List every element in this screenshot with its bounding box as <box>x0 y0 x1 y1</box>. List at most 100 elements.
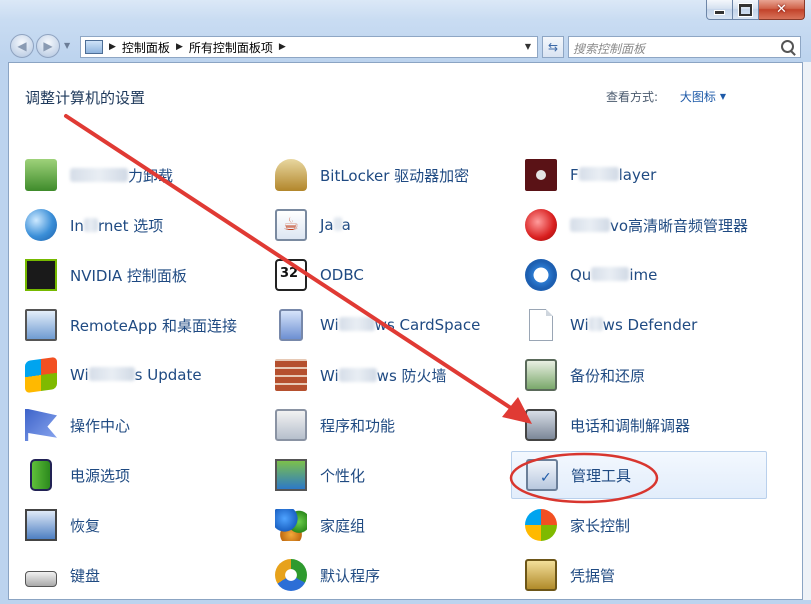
refresh-icon: ⇆ <box>547 40 559 54</box>
item-windows-update[interactable]: Wi s Update <box>25 355 202 395</box>
breadcrumb-all-items[interactable]: 所有控制面板项 <box>189 39 273 56</box>
item-label-part: Wi <box>70 366 89 384</box>
masked-text <box>88 367 135 381</box>
item-label: 凭据管 <box>570 566 616 585</box>
item-recovery[interactable]: 恢复 <box>25 505 100 545</box>
item-label: In rnet 选项 <box>70 215 163 236</box>
item-label-part: layer <box>618 166 657 184</box>
item-internet-options[interactable]: In rnet 选项 <box>25 205 163 245</box>
item-label-part: Wi <box>320 366 339 385</box>
item-quicktime[interactable]: Qu ime <box>525 255 657 295</box>
item-nvidia[interactable]: NVIDIA 控制面板 <box>25 255 187 295</box>
view-by-value: 大图标 <box>679 90 716 104</box>
item-keyboard[interactable]: 键盘 <box>25 555 100 595</box>
forward-button[interactable]: ▶ <box>36 34 60 58</box>
item-flash-player[interactable]: Flayer <box>525 155 656 195</box>
windows-update-icon <box>25 356 57 394</box>
item-label: 默认程序 <box>320 566 381 585</box>
item-label: 力卸载 <box>70 165 173 186</box>
item-label-part: Wi <box>570 316 589 334</box>
bitlocker-icon <box>275 159 307 191</box>
view-by-label: 查看方式: <box>605 90 658 104</box>
item-default-programs[interactable]: 默认程序 <box>275 555 380 595</box>
item-backup-restore[interactable]: 备份和还原 <box>525 355 645 395</box>
item-label: 管理工具 <box>571 466 632 485</box>
item-programs-features[interactable]: 程序和功能 <box>275 405 395 445</box>
window-frame: ✕ ◀ ▶ ▼ ▶ 控制面板 ▶ 所有控制面板项 ▶ ▼ ⇆ 搜索控制面板 调整… <box>0 0 811 604</box>
internet-options-icon <box>25 209 57 241</box>
item-label: BitLocker 驱动器加密 <box>320 166 470 185</box>
firewall-icon <box>275 359 307 391</box>
item-label-part: ws Defender <box>602 316 698 334</box>
item-label: 电话和调制解调器 <box>570 416 691 435</box>
minimize-button[interactable] <box>706 0 733 20</box>
personalization-icon <box>275 459 307 491</box>
item-label-text: 力卸载 <box>128 166 174 185</box>
chevron-down-icon: ▼ <box>719 92 726 101</box>
maximize-icon <box>739 3 752 16</box>
defender-icon <box>529 309 553 341</box>
backup-icon <box>525 359 557 391</box>
item-label: 电源选项 <box>70 466 131 485</box>
item-power-options[interactable]: 电源选项 <box>25 455 130 495</box>
item-remoteapp[interactable]: RemoteApp 和桌面连接 <box>25 305 237 345</box>
item-parental-controls[interactable]: 家长控制 <box>525 505 630 545</box>
breadcrumb-separator-icon[interactable]: ▶ <box>176 42 183 52</box>
item-label: Wi ws Defender <box>570 316 697 334</box>
vertical-scrollbar[interactable] <box>803 62 811 600</box>
item-admin-tools[interactable]: 管理工具 <box>511 451 767 499</box>
close-icon: ✕ <box>776 2 787 17</box>
item-bitlocker[interactable]: BitLocker 驱动器加密 <box>275 155 469 195</box>
java-icon <box>275 209 307 241</box>
item-label: vo高清晰音频管理器 <box>570 215 748 236</box>
item-uninstall[interactable]: 力卸载 <box>25 155 173 195</box>
breadcrumb-separator-icon[interactable]: ▶ <box>279 42 286 52</box>
item-audio-manager[interactable]: vo高清晰音频管理器 <box>525 205 748 245</box>
address-dropdown-icon[interactable]: ▼ <box>525 42 531 51</box>
close-button[interactable]: ✕ <box>759 0 805 20</box>
refresh-button[interactable]: ⇆ <box>542 36 564 58</box>
maximize-button[interactable] <box>733 0 759 20</box>
item-action-center[interactable]: 操作中心 <box>25 405 130 445</box>
item-personalization[interactable]: 个性化 <box>275 455 365 495</box>
item-label-part: rnet 选项 <box>97 216 164 235</box>
search-input[interactable]: 搜索控制面板 <box>568 36 801 58</box>
minimize-icon <box>714 10 725 15</box>
item-credential-manager[interactable]: 凭据管 <box>525 555 615 595</box>
item-defender[interactable]: Wi ws Defender <box>525 305 697 345</box>
item-label: Qu ime <box>570 266 657 284</box>
back-button[interactable]: ◀ <box>10 34 34 58</box>
item-label-part: vo高清晰音频管理器 <box>610 216 749 235</box>
control-panel-icon <box>85 40 103 54</box>
masked-text <box>578 167 619 181</box>
item-label-part: Wi <box>320 316 339 334</box>
odbc-icon <box>275 259 307 291</box>
item-label-part: F <box>570 166 579 184</box>
address-bar[interactable]: ▶ 控制面板 ▶ 所有控制面板项 ▶ ▼ <box>80 36 538 58</box>
action-center-flag-icon <box>25 409 57 441</box>
control-panel-content: 调整计算机的设置 查看方式: 大图标 ▼ 力卸载 In rnet 选项 NVIDIA… <box>8 62 803 600</box>
item-cardspace[interactable]: Wi ws CardSpace <box>275 305 480 345</box>
item-homegroup[interactable]: 家庭组 <box>275 505 365 545</box>
item-label: 操作中心 <box>70 416 131 435</box>
breadcrumb-control-panel[interactable]: 控制面板 <box>122 39 170 56</box>
masked-text <box>83 217 98 232</box>
item-label: 恢复 <box>70 516 101 535</box>
item-label: RemoteApp 和桌面连接 <box>70 316 237 335</box>
view-by-dropdown[interactable]: 大图标 ▼ <box>680 88 726 105</box>
item-odbc[interactable]: ODBC <box>275 255 364 295</box>
item-label: Wi ws 防火墙 <box>320 365 447 386</box>
item-label: 键盘 <box>70 566 101 585</box>
search-icon[interactable] <box>781 40 794 53</box>
item-java[interactable]: Jaa <box>275 205 351 245</box>
item-phone-modem[interactable]: 电话和调制解调器 <box>525 405 690 445</box>
item-label-part: Ja <box>320 216 334 234</box>
item-firewall[interactable]: Wi ws 防火墙 <box>275 355 447 395</box>
nvidia-icon <box>25 259 57 291</box>
credential-manager-icon <box>525 559 557 591</box>
flash-player-icon <box>525 159 557 191</box>
recent-pages-chevron-icon[interactable]: ▼ <box>64 41 70 50</box>
item-label-part: In <box>70 216 84 235</box>
masked-text <box>70 167 128 182</box>
breadcrumb-separator-icon[interactable]: ▶ <box>109 42 116 52</box>
